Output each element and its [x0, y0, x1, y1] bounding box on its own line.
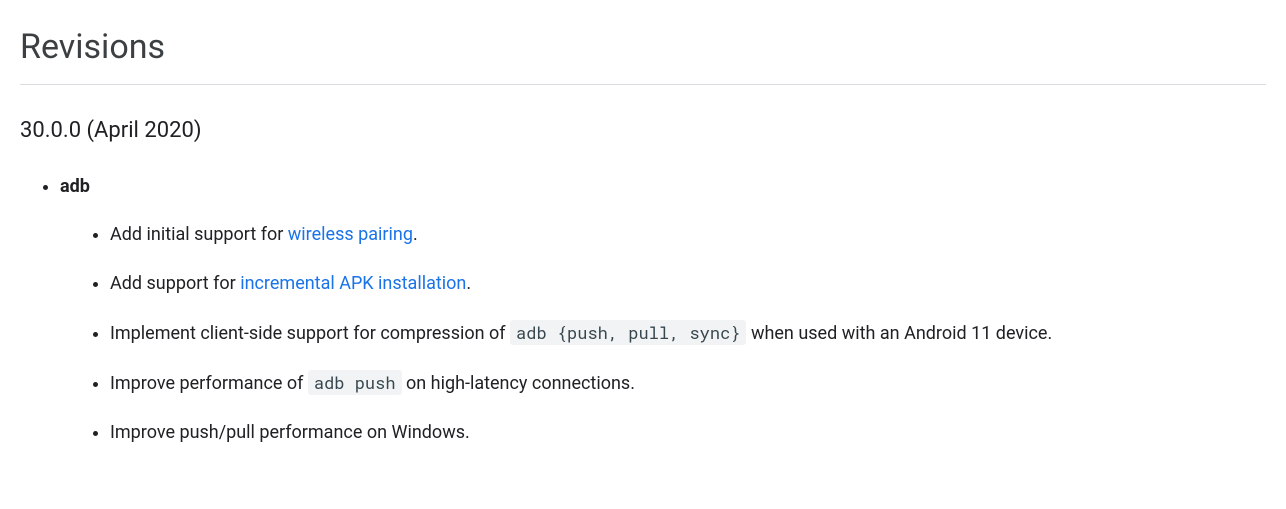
item-suffix: . [466, 273, 471, 294]
component-list: adb Add initial support for wireless pai… [20, 173, 1266, 448]
change-list: Add initial support for wireless pairing… [60, 221, 1266, 447]
item-suffix: on high-latency connections. [402, 373, 635, 394]
item-suffix: . [413, 224, 418, 245]
component-name: adb [60, 176, 90, 197]
item-text: Add support for [110, 273, 240, 294]
item-text: Improve push/pull performance on Windows… [110, 422, 470, 443]
code-snippet: adb push [308, 370, 402, 395]
list-item: Improve push/pull performance on Windows… [110, 419, 1266, 448]
incremental-apk-link[interactable]: incremental APK installation [240, 273, 466, 294]
version-heading: 30.0.0 (April 2020) [20, 113, 1266, 148]
component-item: adb Add initial support for wireless pai… [60, 173, 1266, 448]
item-text: Implement client-side support for compre… [110, 323, 510, 344]
item-suffix: when used with an Android 11 device. [746, 323, 1052, 344]
section-divider [20, 84, 1266, 85]
list-item: Add initial support for wireless pairing… [110, 221, 1266, 250]
item-text: Improve performance of [110, 373, 308, 394]
item-text: Add initial support for [110, 224, 288, 245]
list-item: Implement client-side support for compre… [110, 319, 1266, 349]
wireless-pairing-link[interactable]: wireless pairing [288, 224, 413, 245]
code-snippet: adb {push, pull, sync} [510, 320, 746, 345]
section-title: Revisions [20, 20, 1266, 74]
list-item: Add support for incremental APK installa… [110, 270, 1266, 299]
list-item: Improve performance of adb push on high-… [110, 369, 1266, 399]
